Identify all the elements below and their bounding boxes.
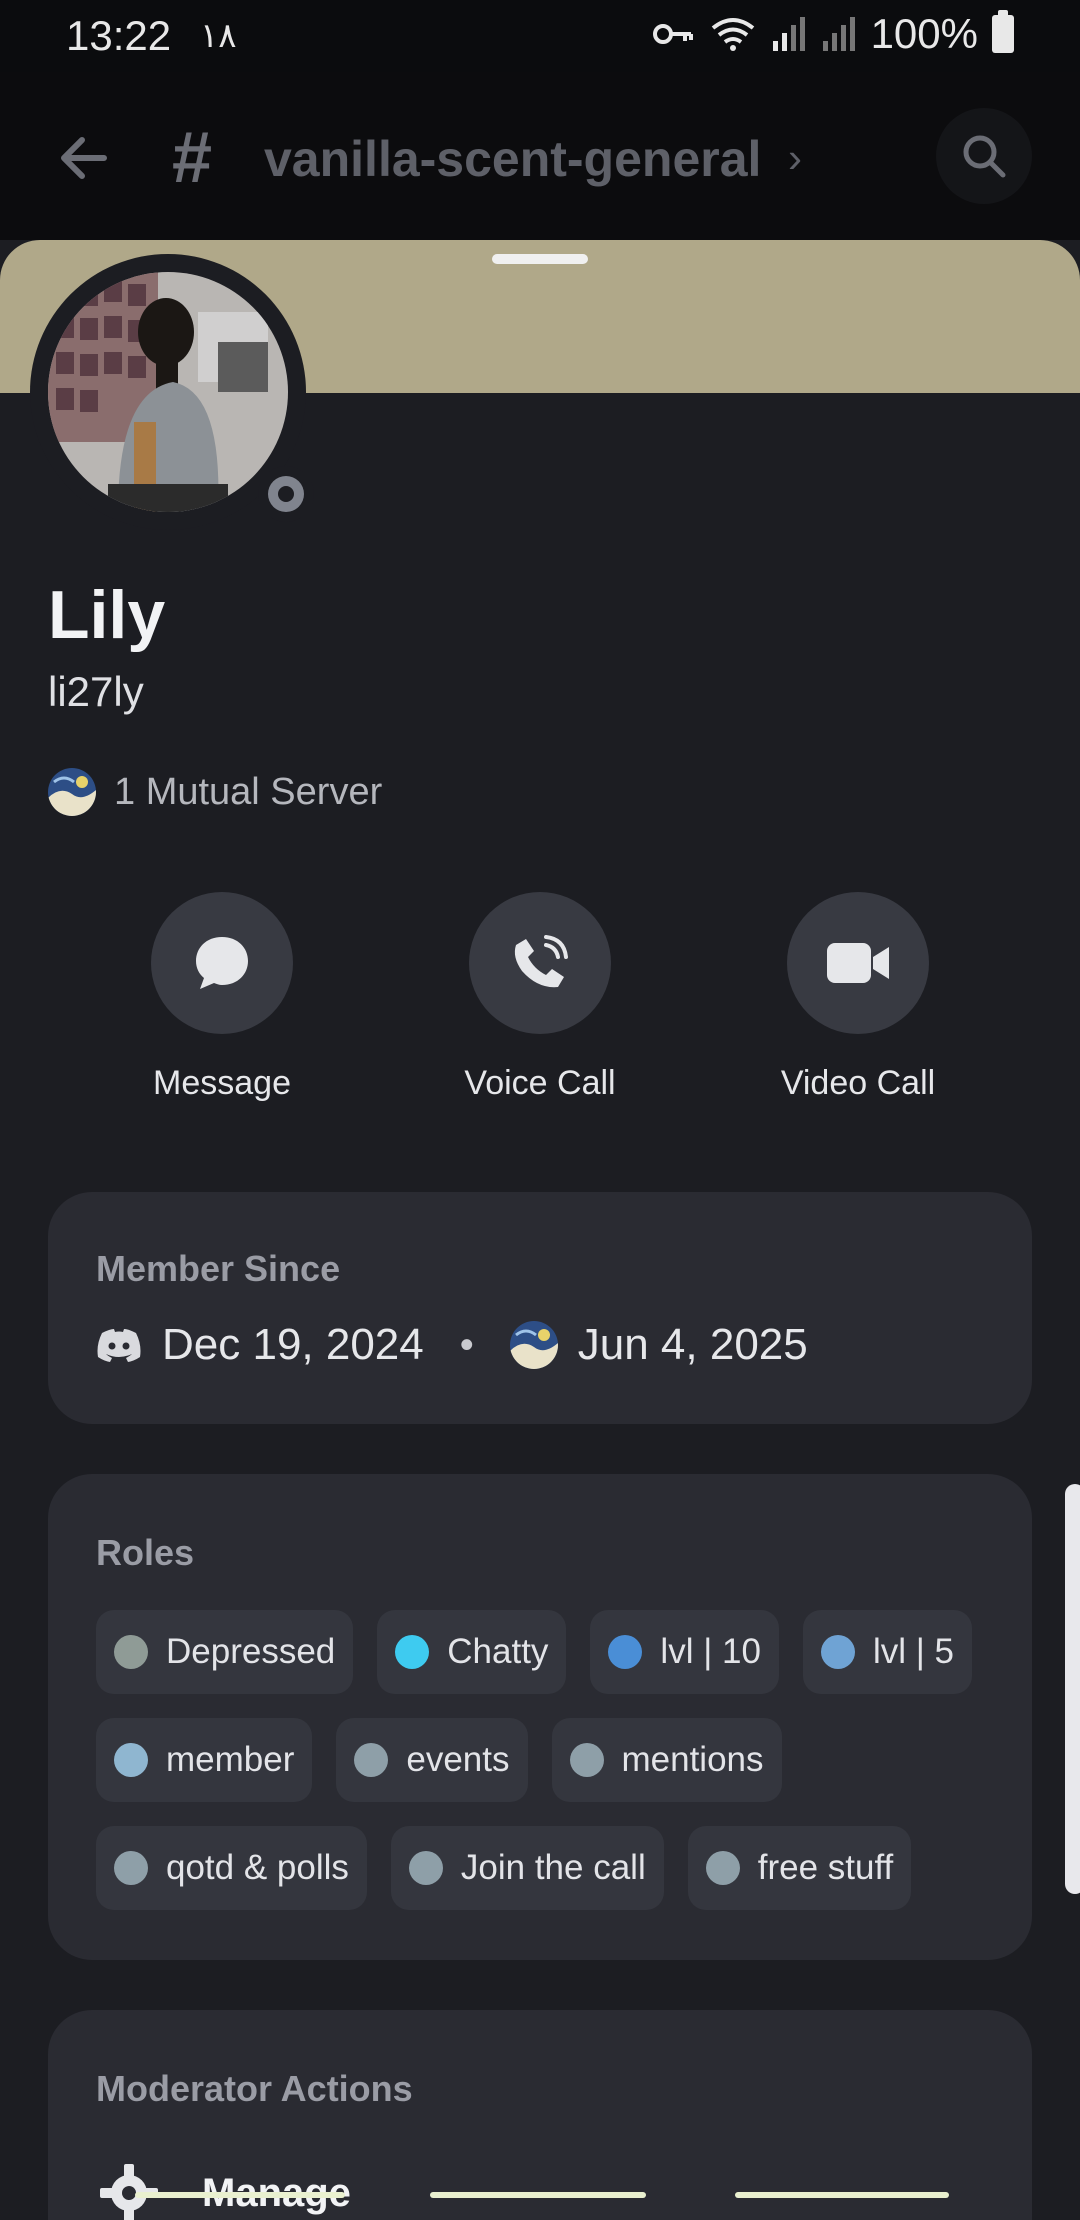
back-arrow-icon[interactable]: [54, 128, 114, 188]
role-name: events: [406, 1740, 510, 1779]
status-right: 100%: [651, 10, 1014, 58]
battery-icon: [992, 10, 1014, 53]
server-icon: [48, 768, 96, 816]
voice-call-label: Voice Call: [464, 1064, 616, 1102]
offline-status-icon: [258, 466, 314, 522]
chat-bubble-icon: [196, 937, 248, 989]
role-color-dot: [608, 1635, 643, 1669]
role-chip[interactable]: Chatty: [377, 1610, 567, 1694]
role-color-dot: [408, 1851, 443, 1885]
avatar-frame: [30, 254, 314, 530]
mutual-servers[interactable]: 1 Mutual Server: [48, 768, 382, 816]
role-chip[interactable]: mentions: [551, 1718, 782, 1802]
message-action[interactable]: Message: [92, 892, 352, 1103]
overlay-line: [735, 2192, 949, 2198]
sheet-grabber[interactable]: [492, 254, 588, 264]
role-name: lvl | 10: [660, 1632, 761, 1671]
channel-header: # vanilla-scent-general ›: [0, 72, 1080, 240]
role-name: lvl | 5: [872, 1632, 955, 1671]
status-extra: ۱۸: [200, 17, 237, 55]
date-separator: •: [459, 1322, 474, 1367]
scrollbar[interactable]: [1065, 1484, 1080, 1894]
discord-join-date: Dec 19, 2024: [162, 1320, 424, 1369]
member-since-card: Member Since Dec 19, 2024 • Jun 4, 2025: [48, 1192, 1032, 1424]
channel-name[interactable]: vanilla-scent-general: [264, 130, 761, 188]
role-color-dot: [395, 1635, 430, 1669]
video-camera-icon: [827, 943, 889, 983]
role-name: Depressed: [166, 1632, 336, 1671]
overlay-line: [135, 2192, 345, 2198]
voice-call-button[interactable]: [469, 892, 611, 1034]
role-chip[interactable]: member: [96, 1718, 313, 1802]
role-row: Depressed Chatty lvl | 10 lvl | 5: [96, 1610, 996, 1694]
message-label: Message: [153, 1064, 291, 1102]
server-join-date: Jun 4, 2025: [577, 1320, 808, 1369]
roles-list: Depressed Chatty lvl | 10 lvl | 5 member even…: [96, 1610, 996, 1934]
voice-call-action[interactable]: Voice Call: [410, 892, 670, 1103]
overlay-line: [430, 2192, 646, 2198]
search-button[interactable]: [936, 108, 1032, 204]
member-since-title: Member Since: [96, 1248, 341, 1289]
manage-row[interactable]: Manage: [96, 2160, 351, 2220]
role-color-dot: [114, 1851, 148, 1885]
video-call-action[interactable]: Video Call: [728, 892, 988, 1103]
display-name: Lily: [48, 577, 166, 653]
signal-icon: [772, 17, 805, 51]
role-color-dot: [569, 1743, 604, 1777]
moderator-actions-title: Moderator Actions: [96, 2068, 413, 2109]
avatar[interactable]: [48, 272, 288, 512]
vpn-key-icon: [652, 24, 693, 44]
member-since-row: Dec 19, 2024 • Jun 4, 2025: [96, 1320, 808, 1370]
status-bar: 13:22 ۱۸ 100%: [0, 0, 1080, 72]
video-call-button[interactable]: [787, 892, 929, 1034]
message-button[interactable]: [151, 892, 293, 1034]
server-icon: [509, 1321, 558, 1369]
status-time: 13:22: [66, 12, 172, 59]
signal-icon-2: [822, 17, 855, 51]
role-name: Chatty: [447, 1632, 549, 1671]
role-color-dot: [354, 1743, 389, 1777]
mutual-servers-text: 1 Mutual Server: [114, 770, 383, 813]
role-chip[interactable]: free stuff: [687, 1826, 912, 1910]
role-color-dot: [820, 1635, 855, 1669]
role-row: member events mentions: [96, 1718, 996, 1802]
role-name: member: [166, 1740, 295, 1779]
role-chip[interactable]: Depressed: [96, 1610, 354, 1694]
hash-icon: #: [172, 118, 213, 198]
gear-icon: [100, 2164, 158, 2220]
wifi-icon: [711, 18, 754, 51]
role-name: Join the call: [460, 1848, 646, 1887]
roles-title: Roles: [96, 1532, 195, 1573]
roles-card: Roles Depressed Chatty lvl | 10 lvl | 5 memb…: [48, 1474, 1032, 1960]
role-name: free stuff: [757, 1848, 894, 1887]
phone-icon: [514, 935, 568, 988]
search-icon: [963, 135, 1006, 178]
chevron-right-icon: ›: [788, 134, 802, 181]
discord-logo-icon: [97, 1329, 141, 1362]
profile-actions: Message Voice Call Video Call: [0, 892, 1080, 1122]
role-chip[interactable]: qotd & polls: [96, 1826, 367, 1910]
profile-sheet: Lily li27ly 1 Mutual Server Message Voic…: [0, 240, 1080, 2220]
role-name: qotd & polls: [166, 1848, 349, 1887]
moderator-actions-card: Moderator Actions Manage: [48, 2010, 1032, 2220]
battery-percent: 100%: [870, 10, 978, 57]
username[interactable]: li27ly: [48, 668, 144, 716]
role-chip[interactable]: lvl | 10: [590, 1610, 779, 1694]
role-chip[interactable]: Join the call: [390, 1826, 664, 1910]
role-row: qotd & polls Join the call free stuff: [96, 1826, 996, 1910]
role-name: mentions: [621, 1740, 764, 1779]
role-color-dot: [114, 1635, 148, 1669]
role-chip[interactable]: lvl | 5: [802, 1610, 973, 1694]
role-color-dot: [705, 1851, 740, 1885]
role-color-dot: [114, 1743, 148, 1777]
video-call-label: Video Call: [780, 1064, 936, 1102]
role-chip[interactable]: events: [336, 1718, 528, 1802]
